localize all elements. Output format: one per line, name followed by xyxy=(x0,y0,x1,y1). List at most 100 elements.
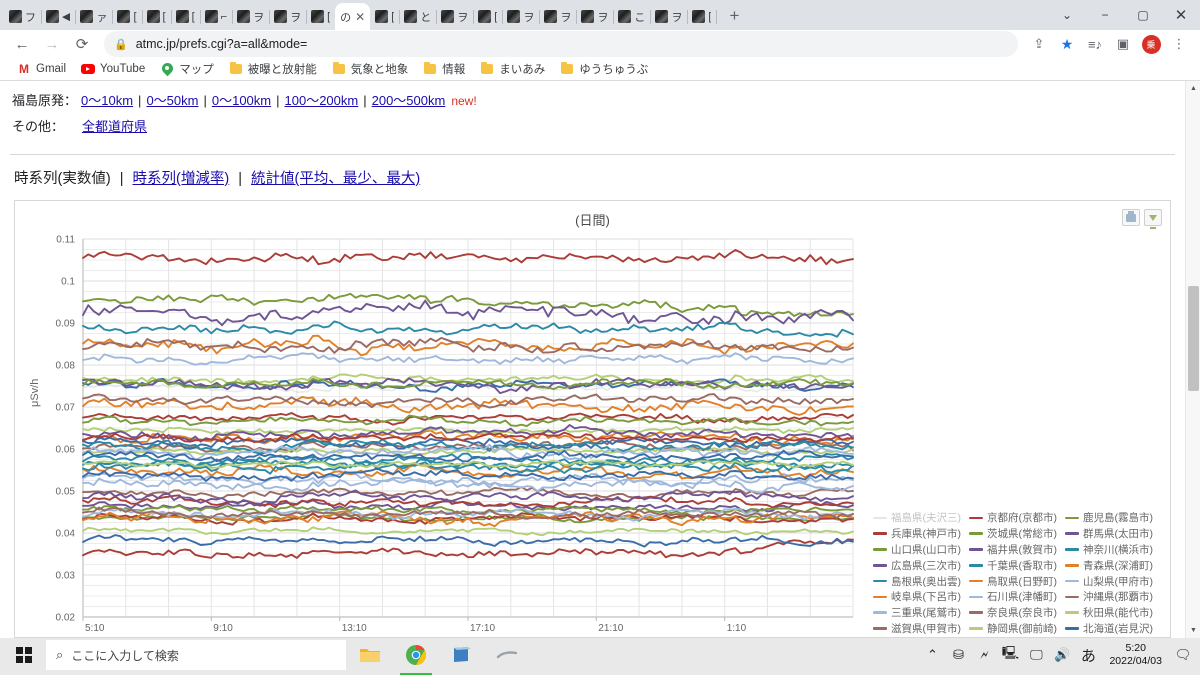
print-icon[interactable] xyxy=(1122,209,1140,226)
scrollbar-thumb[interactable] xyxy=(1188,286,1199,391)
browser-tab[interactable]: と xyxy=(399,3,438,30)
legend-item[interactable]: 福井県(敦賀市) xyxy=(969,542,1057,558)
browser-tab[interactable]: ◀ xyxy=(41,3,77,30)
legend-item[interactable]: 山梨県(甲府市) xyxy=(1065,573,1153,589)
ime-indicator[interactable]: あ xyxy=(1075,635,1101,675)
legend-item[interactable]: 鹿児島(霧島市) xyxy=(1065,510,1153,526)
link-all-prefectures[interactable]: 全都道府県 xyxy=(82,117,147,137)
browser-tab[interactable]: [ xyxy=(112,3,143,30)
scroll-up-arrow[interactable]: ▲ xyxy=(1186,81,1200,96)
link-series-rate[interactable]: 時系列(増減率) xyxy=(133,171,230,187)
tab-close-icon[interactable]: ✕ xyxy=(355,11,365,23)
notification-icon[interactable]: 🗨 xyxy=(1170,635,1196,675)
chrome-icon[interactable] xyxy=(394,635,438,675)
pen-icon[interactable] xyxy=(486,635,530,675)
profile-avatar[interactable]: 乗 xyxy=(1138,31,1164,57)
legend-item[interactable]: 東京都(八王子) xyxy=(1065,636,1153,638)
bookmark-item[interactable]: 被曝と放射能 xyxy=(222,58,324,80)
legend-item[interactable]: 広島県(三次市) xyxy=(873,557,961,573)
reload-button[interactable]: ⟳ xyxy=(68,30,96,58)
new-tab-button[interactable]: + xyxy=(720,2,748,30)
browser-tab[interactable]: ヲ xyxy=(502,3,541,30)
tab-search-button[interactable]: ⌄ xyxy=(1048,0,1086,30)
legend-item[interactable]: 兵庫県(神戸市) xyxy=(873,526,961,542)
link-distance-1[interactable]: 0〜50km xyxy=(146,93,198,108)
download-icon[interactable] xyxy=(1144,209,1162,229)
bookmark-item[interactable]: まいあみ xyxy=(473,58,552,80)
file-explorer-icon[interactable] xyxy=(348,635,392,675)
browser-tab[interactable]: ヲ xyxy=(650,3,689,30)
battery-icon[interactable]: 🗲 xyxy=(971,635,997,675)
book-icon[interactable] xyxy=(440,635,484,675)
legend-item[interactable]: 三重県(尾鷲市) xyxy=(873,605,961,621)
volume-icon[interactable]: 🔊 xyxy=(1049,635,1075,675)
maximize-button[interactable]: ▢ xyxy=(1124,0,1162,30)
address-bar[interactable]: 🔒 atmc.jp/prefs.cgi?a=all&mode= xyxy=(104,31,1018,57)
chevron-up-icon[interactable]: ⌃ xyxy=(919,635,945,675)
legend-item[interactable]: 鳥取県(日野町) xyxy=(969,573,1057,589)
browser-tab[interactable]: [ xyxy=(306,3,337,30)
legend-item[interactable]: 山口県(山口市) xyxy=(873,542,961,558)
browser-tab[interactable]: ヲ xyxy=(576,3,615,30)
share-icon[interactable]: ⇪ xyxy=(1026,31,1052,57)
legend-item[interactable]: 静岡県(御前崎) xyxy=(969,621,1057,637)
legend-item[interactable]: 北海道(岩見沢) xyxy=(1065,621,1153,637)
side-panel-icon[interactable]: ▣ xyxy=(1110,31,1136,57)
link-distance-2[interactable]: 0〜100km xyxy=(212,93,271,108)
reading-list-icon[interactable]: ≡♪ xyxy=(1082,31,1108,57)
legend-item[interactable]: 岐阜県(下呂市) xyxy=(873,589,961,605)
network-icon[interactable]: 🖳 xyxy=(997,635,1023,675)
scroll-down-arrow[interactable]: ▼ xyxy=(1186,623,1200,638)
browser-tab[interactable]: [ xyxy=(370,3,401,30)
display-icon[interactable]: 🖵 xyxy=(1023,635,1049,675)
legend-item[interactable]: 奈良県(奈良市) xyxy=(969,605,1057,621)
browser-tab[interactable]: ヲ xyxy=(269,3,308,30)
legend-item[interactable]: 群馬県(太田市) xyxy=(1065,526,1153,542)
browser-tab[interactable]: こ xyxy=(613,3,652,30)
bookmark-item[interactable]: 情報 xyxy=(416,58,472,80)
legend-item[interactable]: 島根県(奥出雲) xyxy=(873,573,961,589)
bookmark-star-icon[interactable]: ★ xyxy=(1054,31,1080,57)
close-window-button[interactable]: ✕ xyxy=(1162,0,1200,30)
link-statistics[interactable]: 統計値(平均、最少、最大) xyxy=(251,171,420,187)
bookmark-item[interactable]: M Gmail xyxy=(10,59,73,79)
bookmark-item[interactable]: 気象と地象 xyxy=(325,58,416,80)
legend-item[interactable]: 京都府(京都市) xyxy=(969,510,1057,526)
legend-item[interactable]: 千葉県(香取市) xyxy=(969,557,1057,573)
browser-tab[interactable]: ヲ xyxy=(232,3,271,30)
link-distance-0[interactable]: 0〜10km xyxy=(81,93,133,108)
taskbar-search-box[interactable]: ⌕ ここに入力して検索 xyxy=(46,640,346,670)
back-button[interactable]: ← xyxy=(8,30,36,58)
taskbar-clock[interactable]: 5:20 2022/04/03 xyxy=(1101,635,1170,675)
browser-tab[interactable]: [ xyxy=(142,3,172,30)
legend-item[interactable]: 青森県(深浦町) xyxy=(1065,557,1153,573)
page-scrollbar[interactable]: ▲ ▼ xyxy=(1185,81,1200,638)
browser-tab[interactable]: ヲ xyxy=(539,3,578,30)
link-distance-4[interactable]: 200〜500km xyxy=(372,93,446,108)
legend-item[interactable]: 石川県(津幡町) xyxy=(969,589,1057,605)
browser-tab[interactable]: ヲ xyxy=(436,3,475,30)
legend-item[interactable]: 茨城県(常総市) xyxy=(969,526,1057,542)
legend-item[interactable]: 神奈川(横浜市) xyxy=(1065,542,1153,558)
link-distance-3[interactable]: 100〜200km xyxy=(285,93,359,108)
legend-item[interactable]: 富山県(富山市) xyxy=(873,636,961,638)
browser-tab[interactable]: [ xyxy=(171,3,201,30)
legend-item[interactable]: 秋田県(能代市) xyxy=(1065,605,1153,621)
forward-button[interactable]: → xyxy=(38,30,66,58)
bookmark-item[interactable]: YouTube xyxy=(74,59,152,79)
browser-tab[interactable]: [ xyxy=(473,3,504,30)
legend-item[interactable]: 沖縄県(那覇市) xyxy=(1065,589,1153,605)
chrome-menu-icon[interactable]: ⋮ xyxy=(1166,31,1192,57)
bookmark-item[interactable]: ゆうちゅうぶ xyxy=(553,58,655,80)
onedrive-icon[interactable]: ⛁ xyxy=(945,635,971,675)
browser-tab[interactable]: [ xyxy=(687,3,718,30)
minimize-button[interactable]: − xyxy=(1086,0,1124,30)
start-button[interactable] xyxy=(4,635,44,675)
legend-item[interactable]: 滋賀県(甲賀市) xyxy=(873,621,961,637)
legend-item[interactable]: 福島県(夫沢三) xyxy=(873,510,961,526)
browser-tab[interactable]: ァ xyxy=(75,3,114,30)
browser-tab[interactable]: の ✕ xyxy=(335,3,371,30)
browser-tab[interactable]: ⌐ xyxy=(200,3,234,30)
legend-item[interactable]: 福岡県(北九州) xyxy=(969,636,1057,638)
bookmark-item[interactable]: マップ xyxy=(153,58,221,80)
